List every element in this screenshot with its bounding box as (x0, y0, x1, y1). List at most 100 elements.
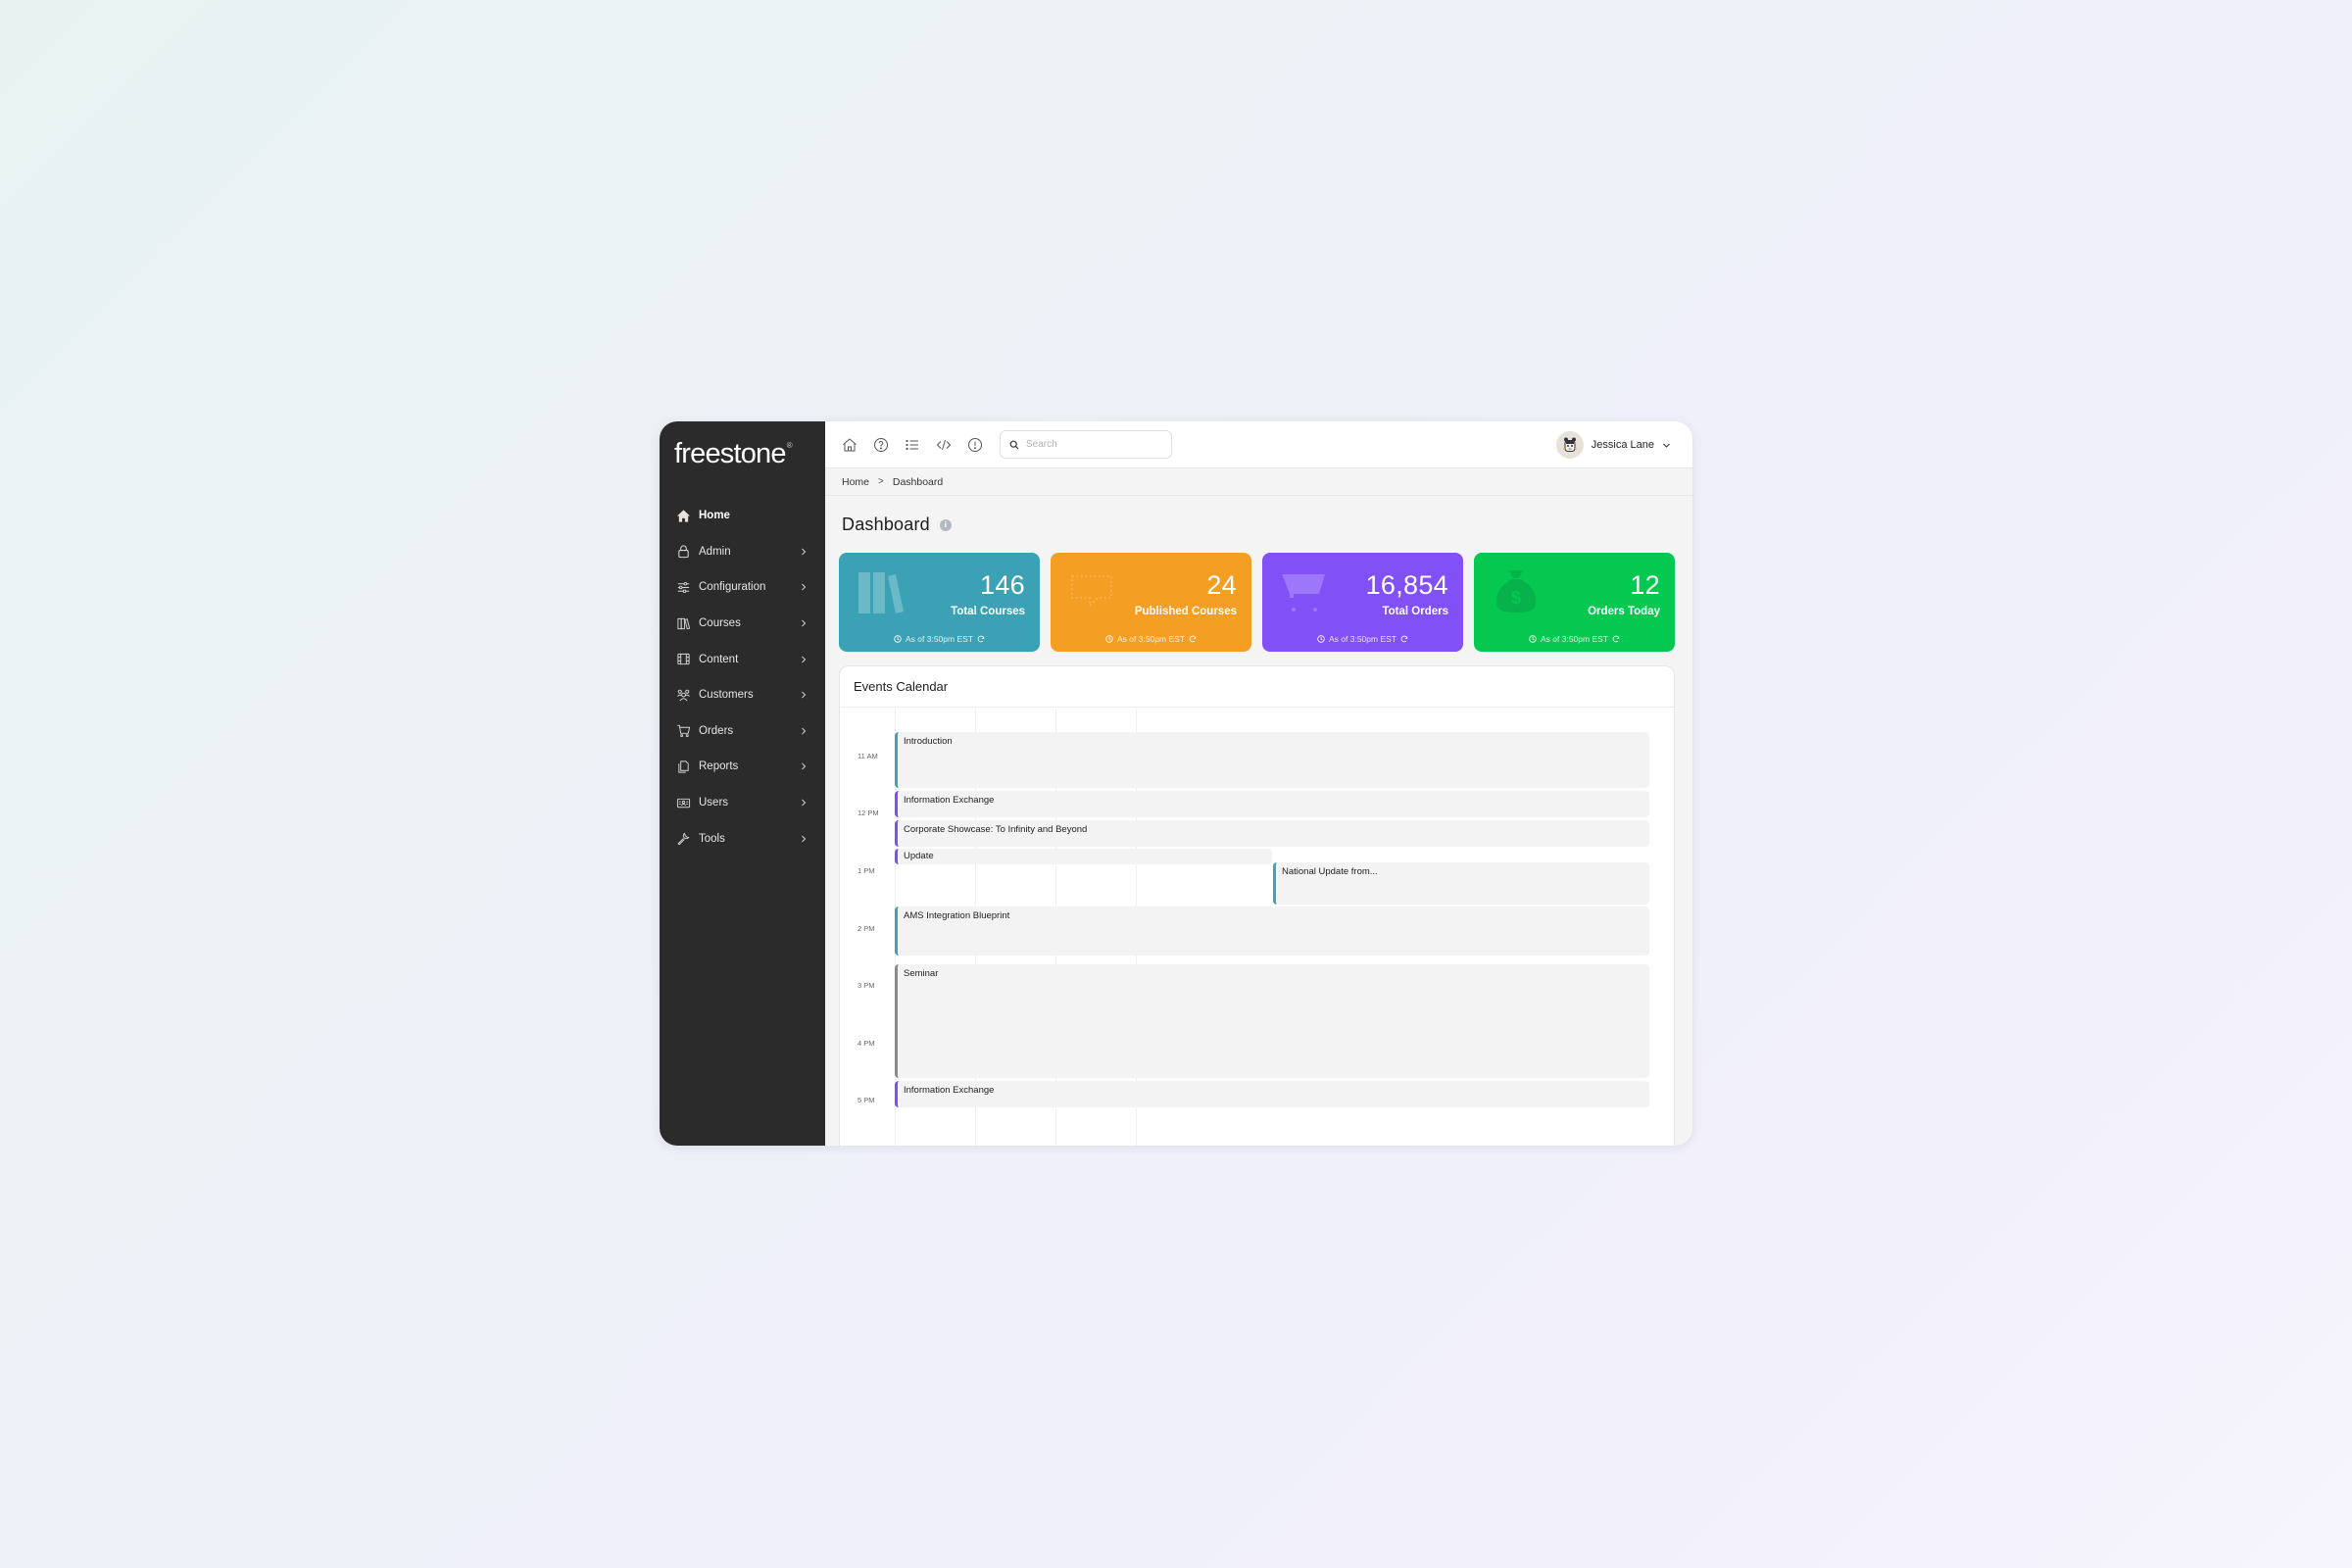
sidebar-item-customers[interactable]: Customers (660, 677, 825, 713)
sidebar-item-admin[interactable]: Admin (660, 534, 825, 570)
alert-icon[interactable] (966, 436, 984, 454)
calendar-event[interactable]: Information Exchange (895, 791, 1649, 817)
sidebar-item-label: Admin (699, 545, 731, 558)
code-icon[interactable] (935, 436, 953, 454)
calendar-title: Events Calendar (840, 666, 1674, 708)
calendar-grid: 11 AM 12 PM 1 PM 2 PM 3 PM 4 PM 5 PM Int… (840, 709, 1674, 1146)
stat-timestamp: As of 3:50pm EST (1051, 634, 1251, 644)
sidebar-item-home[interactable]: Home (660, 498, 825, 534)
stat-cards: 146 Total Courses As of 3:50pm EST 24 Pu… (839, 553, 1675, 652)
refresh-icon[interactable] (1400, 635, 1408, 643)
breadcrumb-home[interactable]: Home (842, 476, 869, 488)
sidebar-item-content[interactable]: Content (660, 641, 825, 677)
chevron-right-icon (802, 548, 807, 556)
stat-card-total-courses[interactable]: 146 Total Courses As of 3:50pm EST (839, 553, 1040, 652)
sidebar-item-tools[interactable]: Tools (660, 820, 825, 857)
id-card-icon (675, 795, 691, 810)
sidebar-item-users[interactable]: Users (660, 785, 825, 821)
stat-asof-text: As of 3:50pm EST (1329, 634, 1396, 644)
calendar-event[interactable]: Update (895, 849, 1272, 864)
clock-icon (894, 635, 902, 643)
sidebar-item-courses[interactable]: Courses (660, 606, 825, 642)
sidebar-item-label: Customers (699, 689, 754, 702)
books-icon (675, 615, 691, 631)
calendar-event[interactable]: Introduction (895, 732, 1649, 788)
help-icon[interactable] (872, 436, 890, 454)
stat-label: Total Courses (951, 606, 1025, 617)
stat-asof-text: As of 3:50pm EST (1117, 634, 1185, 644)
sidebar-item-reports[interactable]: Reports (660, 749, 825, 785)
stat-asof-text: As of 3:50pm EST (1541, 634, 1608, 644)
hour-label: 1 PM (858, 866, 875, 875)
breadcrumb: Home > Dashboard (825, 468, 1692, 496)
refresh-icon[interactable] (977, 635, 985, 643)
calendar-event[interactable]: Seminar (895, 964, 1649, 1078)
document-icon (675, 759, 691, 774)
money-bag-icon: $ (1495, 570, 1537, 613)
calendar-event[interactable]: AMS Integration Blueprint (895, 906, 1649, 956)
chevron-right-icon (802, 619, 807, 627)
page-header: Dashboard i (842, 514, 952, 535)
sidebar: freestone® Home Admin Configuration Cour… (660, 421, 825, 1146)
sidebar-item-orders[interactable]: Orders (660, 713, 825, 750)
search-input[interactable] (1026, 439, 1163, 450)
list-icon[interactable] (904, 436, 921, 454)
stat-value: 16,854 (1365, 570, 1448, 600)
stat-card-total-orders[interactable]: 16,854 Total Orders As of 3:50pm EST (1262, 553, 1463, 652)
stat-label: Orders Today (1588, 606, 1660, 617)
calendar-event[interactable]: Corporate Showcase: To Infinity and Beyo… (895, 820, 1649, 847)
avatar[interactable] (1555, 431, 1584, 459)
home-icon[interactable] (841, 436, 858, 454)
refresh-icon[interactable] (1612, 635, 1620, 643)
info-icon[interactable]: i (939, 518, 952, 531)
stat-timestamp: As of 3:50pm EST (839, 634, 1040, 644)
books-icon (858, 572, 904, 613)
sidebar-item-label: Reports (699, 760, 739, 773)
page-title: Dashboard (842, 514, 930, 534)
chevron-right-icon (802, 727, 807, 735)
sidebar-item-configuration[interactable]: Configuration (660, 569, 825, 606)
stat-timestamp: As of 3:50pm EST (1474, 634, 1675, 644)
chat-bubble-icon (1071, 575, 1112, 608)
stat-asof-text: As of 3:50pm EST (906, 634, 973, 644)
stat-label: Published Courses (1134, 606, 1237, 617)
refresh-icon[interactable] (1189, 635, 1197, 643)
stat-value: 24 (1206, 570, 1237, 600)
film-icon (675, 652, 691, 667)
sidebar-item-label: Configuration (699, 581, 766, 594)
user-menu[interactable]: Jessica Lane (1555, 431, 1671, 459)
sidebar-item-label: Users (699, 797, 729, 809)
app-window: freestone® Home Admin Configuration Cour… (660, 421, 1692, 1146)
stat-card-published-courses[interactable]: 24 Published Courses As of 3:50pm EST (1051, 553, 1251, 652)
lock-icon (675, 544, 691, 560)
clock-icon (1529, 635, 1537, 643)
chevron-right-icon (802, 799, 807, 807)
hour-label: 2 PM (858, 924, 875, 933)
hour-label: 11 AM (858, 752, 878, 760)
chevron-right-icon (802, 835, 807, 842)
registered-mark: ® (786, 441, 793, 450)
search-box[interactable] (1000, 430, 1172, 459)
calendar-event[interactable]: Information Exchange (895, 1081, 1649, 1107)
search-icon (1009, 440, 1019, 449)
brand-logo[interactable]: freestone® (674, 438, 793, 470)
cart-icon (675, 723, 691, 739)
main-content: Jessica Lane Home > Dashboard Dashboard … (825, 421, 1692, 1146)
events-calendar: Events Calendar 11 AM 12 PM 1 PM 2 PM 3 … (839, 665, 1675, 1146)
user-name: Jessica Lane (1591, 439, 1654, 451)
sliders-icon (675, 579, 691, 595)
chevron-right-icon (802, 763, 807, 770)
stat-timestamp: As of 3:50pm EST (1262, 634, 1463, 644)
clock-icon (1317, 635, 1325, 643)
top-bar: Jessica Lane (825, 421, 1692, 468)
home-icon (675, 508, 691, 523)
sidebar-item-label: Orders (699, 724, 734, 737)
sidebar-nav: Home Admin Configuration Courses Content (660, 498, 825, 857)
calendar-event[interactable]: National Update from... (1273, 862, 1649, 905)
stat-value: 146 (980, 570, 1025, 600)
clock-icon (1105, 635, 1113, 643)
sidebar-item-label: Home (699, 510, 730, 522)
users-group-icon (675, 687, 691, 703)
chevron-right-icon (802, 584, 807, 591)
stat-card-orders-today[interactable]: $ 12 Orders Today As of 3:50pm EST (1474, 553, 1675, 652)
